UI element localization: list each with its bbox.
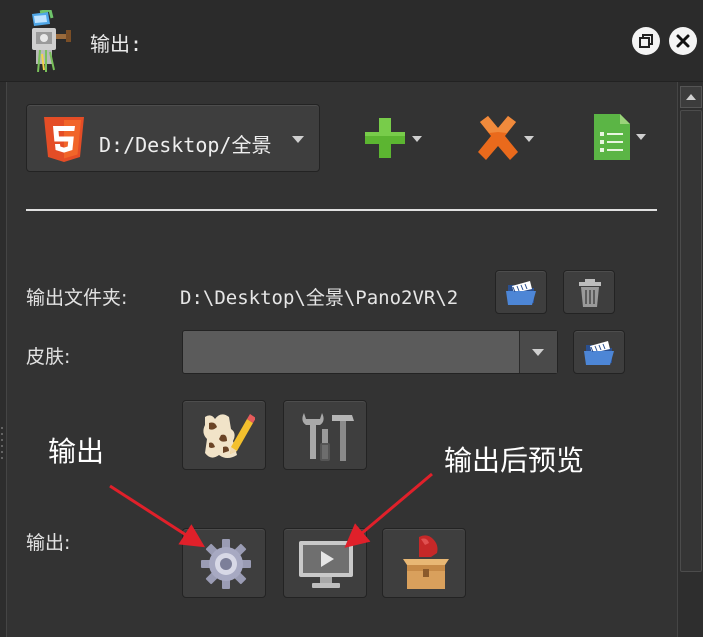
folder-open-icon [584,341,614,365]
skin-dropdown-button[interactable] [519,331,557,373]
annotation-preview-text: 输出后预览 [444,444,585,477]
app-logo-icon [26,8,76,73]
restore-icon [639,34,653,48]
trash-icon [579,279,601,307]
open-output-preview-button[interactable] [283,528,367,598]
scroll-thumb[interactable] [680,110,702,572]
monitor-play-icon [299,541,353,588]
output-folder-label: 输出文件夹: [26,287,128,309]
section-divider [26,209,657,211]
chevron-down-icon [292,136,304,143]
float-window-button[interactable] [632,27,660,55]
output-format-label: D:/Desktop/全景 [99,133,272,157]
close-icon [676,34,690,48]
skin-editor-icon [203,414,255,458]
generate-output-button[interactable] [182,528,266,598]
output-settings-document-button[interactable] [590,112,650,164]
chevron-down-icon [532,349,544,356]
vertical-scrollbar[interactable] [677,82,703,637]
gear-icon [201,539,251,589]
add-output-button[interactable] [362,114,426,162]
browse-folder-button[interactable] [495,270,547,314]
delete-output-folder-button[interactable] [563,270,615,314]
output-format-select[interactable]: D:/Desktop/全景 [26,104,320,172]
output-label: 输出: [26,532,71,554]
package-icon [403,535,449,589]
x-icon [478,116,534,160]
scroll-up-button[interactable] [680,86,702,108]
skin-tools-button[interactable] [283,400,367,470]
skin-editor-button[interactable] [182,400,266,470]
skin-label: 皮肤: [26,346,71,368]
skin-select[interactable] [182,330,558,374]
window-title: 输出: [90,32,143,56]
title-bar: 输出: [0,0,703,82]
annotation-output-text: 输出 [48,435,105,468]
tools-icon [302,413,354,461]
close-window-button[interactable] [669,27,697,55]
resize-grip[interactable] [0,424,6,464]
html5-icon [44,117,84,162]
document-icon [594,114,646,160]
folder-open-icon [506,281,536,305]
remove-output-button[interactable] [474,114,538,162]
output-folder-path[interactable]: D:\Desktop\全景\Pano2VR\2 [180,283,458,310]
browse-skin-button[interactable] [573,330,625,374]
package-output-button[interactable] [382,528,466,598]
arrow-up-icon [686,94,696,100]
plus-icon [365,118,422,158]
